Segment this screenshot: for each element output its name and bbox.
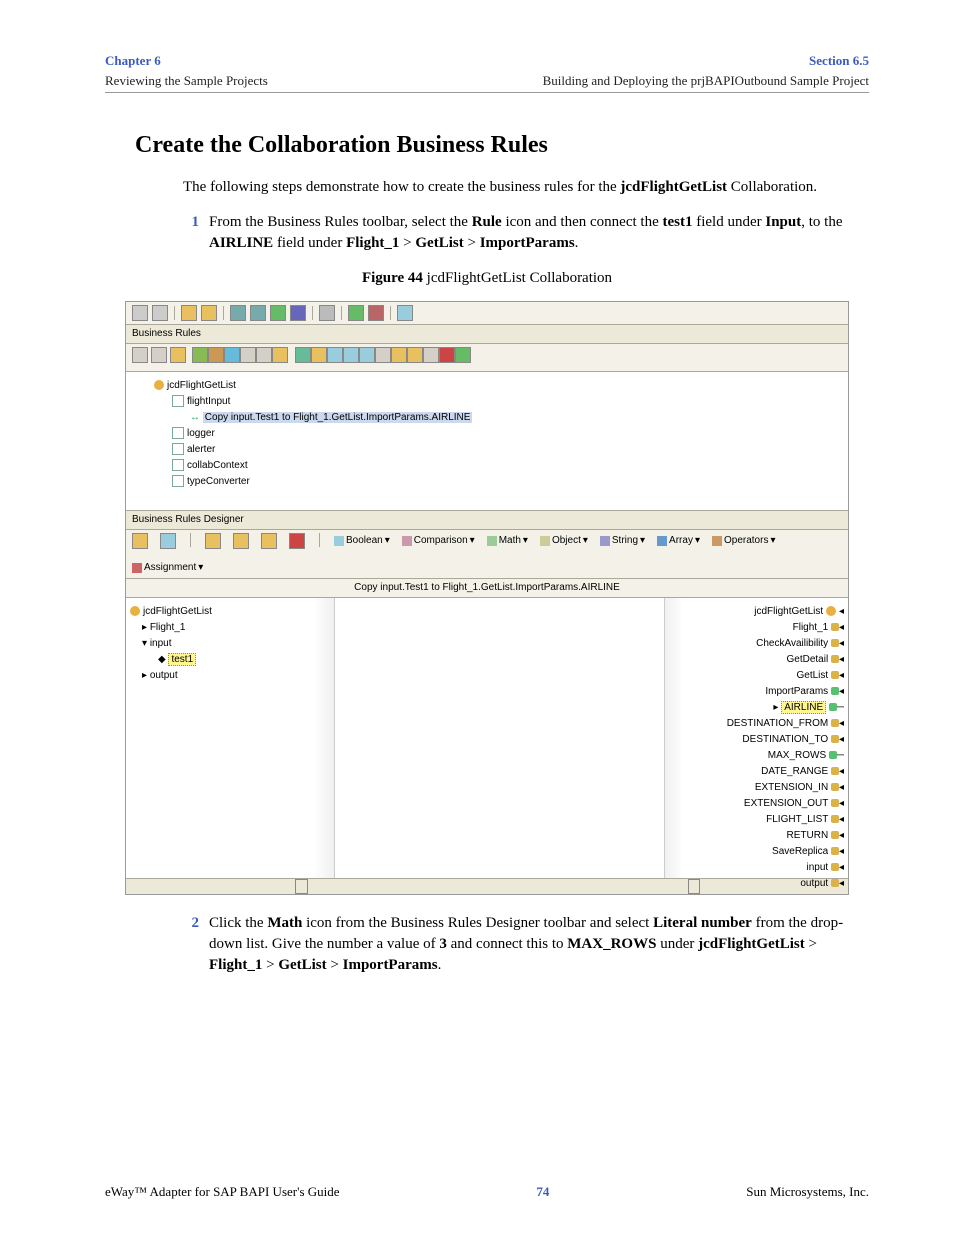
r-t1[interactable] xyxy=(132,347,148,363)
gear-icon xyxy=(826,606,836,616)
business-rules-title: Business Rules xyxy=(126,325,848,344)
horizontal-scrollbar[interactable] xyxy=(126,878,848,894)
r-t4[interactable] xyxy=(192,347,208,363)
doc-icon xyxy=(172,395,184,407)
d-t6[interactable] xyxy=(289,533,305,549)
back-icon[interactable] xyxy=(132,305,148,321)
intro-paragraph: The following steps demonstrate how to c… xyxy=(183,177,843,198)
copy-icon[interactable] xyxy=(397,305,413,321)
source-tree[interactable]: jcdFlightGetList ▸ Flight_1 ▾ input ◆ te… xyxy=(126,598,335,878)
doc-icon[interactable] xyxy=(201,305,217,321)
forward-icon[interactable] xyxy=(152,305,168,321)
doc-icon xyxy=(172,427,184,439)
open-icon[interactable] xyxy=(181,305,197,321)
header-rule xyxy=(105,92,869,93)
check-icon[interactable] xyxy=(348,305,364,321)
rules-toolbar xyxy=(126,344,848,372)
r-t15[interactable] xyxy=(375,347,391,363)
step-2: 2 Click the Math icon from the Business … xyxy=(177,913,857,976)
step-1: 1 From the Business Rules toolbar, selec… xyxy=(177,212,857,254)
comparison-menu[interactable]: Comparison ▾ xyxy=(402,533,475,549)
plus-icon[interactable] xyxy=(270,305,286,321)
scroll-left-button[interactable] xyxy=(295,879,308,894)
grid-icon[interactable] xyxy=(319,305,335,321)
designer-toolbar: Boolean ▾ Comparison ▾ Math ▾ Object ▾ S… xyxy=(126,530,848,579)
r-t13[interactable] xyxy=(343,347,359,363)
doc-icon xyxy=(172,459,184,471)
stop-icon[interactable] xyxy=(368,305,384,321)
d-t4[interactable] xyxy=(233,533,249,549)
doc-icon xyxy=(172,475,184,487)
page-number: 74 xyxy=(536,1183,549,1201)
r-t19[interactable] xyxy=(439,347,455,363)
selected-target-field[interactable]: AIRLINE xyxy=(781,701,826,714)
d-t2[interactable] xyxy=(160,533,176,549)
selected-source-field[interactable]: test1 xyxy=(168,653,196,666)
r-t14[interactable] xyxy=(359,347,375,363)
r-t18[interactable] xyxy=(423,347,439,363)
operators-menu[interactable]: Operators ▾ xyxy=(712,533,776,549)
mapping-title: Copy input.Test1 to Flight_1.GetList.Imp… xyxy=(126,579,848,598)
r-t12[interactable] xyxy=(327,347,343,363)
object-menu[interactable]: Object ▾ xyxy=(540,533,588,549)
footer-left: eWay™ Adapter for SAP BAPI User's Guide xyxy=(105,1183,340,1201)
r-t3[interactable] xyxy=(170,347,186,363)
d-t5[interactable] xyxy=(261,533,277,549)
d-t1[interactable] xyxy=(132,533,148,549)
target-tree[interactable]: jcdFlightGetList ◂ Flight_1 ◂ CheckAvail… xyxy=(664,598,848,878)
r-t10[interactable] xyxy=(295,347,311,363)
r-t5[interactable] xyxy=(208,347,224,363)
boolean-menu[interactable]: Boolean ▾ xyxy=(334,533,390,549)
page-footer: eWay™ Adapter for SAP BAPI User's Guide … xyxy=(105,1183,869,1201)
r-t8[interactable] xyxy=(256,347,272,363)
mapper-panel: jcdFlightGetList ▸ Flight_1 ▾ input ◆ te… xyxy=(126,598,848,878)
gear-icon xyxy=(130,606,140,616)
d-t3[interactable] xyxy=(205,533,221,549)
section-link[interactable]: Section 6.5 xyxy=(809,52,869,70)
tool-icon[interactable] xyxy=(230,305,246,321)
save-icon[interactable] xyxy=(290,305,306,321)
chapter-subtitle: Reviewing the Sample Projects xyxy=(105,72,268,90)
rules-tree[interactable]: jcdFlightGetList flightInput ↔ Copy inpu… xyxy=(126,372,848,511)
footer-right: Sun Microsystems, Inc. xyxy=(746,1183,869,1201)
string-menu[interactable]: String ▾ xyxy=(600,533,645,549)
step-number: 2 xyxy=(177,913,199,976)
step-number: 1 xyxy=(177,212,199,254)
gear-icon xyxy=(154,380,164,390)
section-subtitle: Building and Deploying the prjBAPIOutbou… xyxy=(543,72,869,90)
arrow-icon: ↔ xyxy=(190,412,200,423)
r-t16[interactable] xyxy=(391,347,407,363)
math-menu[interactable]: Math ▾ xyxy=(487,533,528,549)
figure-screenshot: Business Rules jcdFlightGetList flightIn… xyxy=(125,301,849,895)
designer-title: Business Rules Designer xyxy=(126,511,848,530)
assignment-menu[interactable]: Assignment ▾ xyxy=(132,561,203,575)
r-t9[interactable] xyxy=(272,347,288,363)
r-t17[interactable] xyxy=(407,347,423,363)
scroll-right-button[interactable] xyxy=(688,879,701,894)
figure-caption: Figure 44 jcdFlightGetList Collaboration xyxy=(105,268,869,289)
mapping-canvas[interactable] xyxy=(335,598,664,878)
page-title: Create the Collaboration Business Rules xyxy=(135,129,869,163)
main-toolbar xyxy=(126,302,848,325)
r-t2[interactable] xyxy=(151,347,167,363)
array-menu[interactable]: Array ▾ xyxy=(657,533,700,549)
selected-rule[interactable]: Copy input.Test1 to Flight_1.GetList.Imp… xyxy=(203,412,473,423)
r-t7[interactable] xyxy=(240,347,256,363)
r-t20[interactable] xyxy=(455,347,471,363)
tool2-icon[interactable] xyxy=(250,305,266,321)
chapter-link[interactable]: Chapter 6 xyxy=(105,52,161,70)
r-t11[interactable] xyxy=(311,347,327,363)
r-t6[interactable] xyxy=(224,347,240,363)
doc-icon xyxy=(172,443,184,455)
